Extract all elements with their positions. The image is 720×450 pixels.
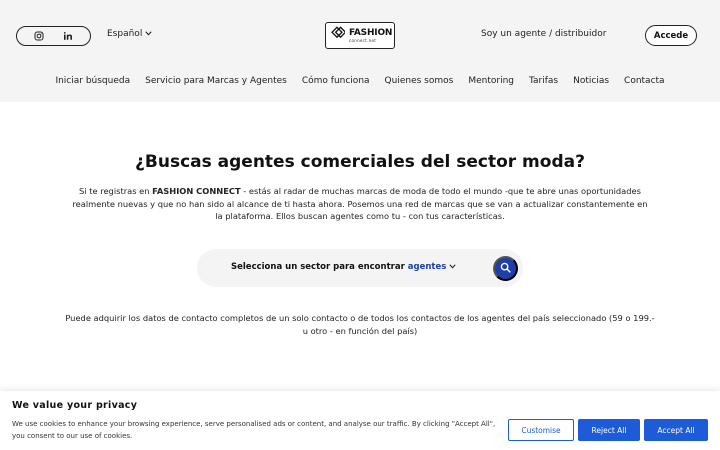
agent-distributor-link[interactable]: Soy un agente / distribuidor [481, 29, 606, 39]
login-button[interactable]: Accede [645, 25, 697, 46]
language-label: Español [107, 29, 143, 39]
nav-item-iniciar-busqueda[interactable]: Iniciar búsqueda [55, 76, 130, 86]
language-selector[interactable]: Español [107, 29, 152, 39]
cookie-banner: We value your privacy We use cookies to … [0, 391, 720, 450]
nav-item-noticias[interactable]: Noticias [573, 76, 609, 86]
nav-item-como-funciona[interactable]: Cómo funciona [302, 76, 370, 86]
site-logo[interactable]: FASHION connect.net [325, 22, 395, 49]
search-button[interactable] [493, 256, 518, 281]
chevron-down-icon [145, 29, 152, 39]
sector-value: agentes [407, 262, 447, 272]
nav-item-tarifas[interactable]: Tarifas [529, 76, 558, 86]
intro-brand: FASHION CONNECT [152, 186, 241, 196]
cookie-text: We use cookies to enhance your browsing … [12, 420, 496, 440]
customise-button[interactable]: Customise [508, 419, 574, 441]
logo-domain: connect.net [349, 37, 377, 43]
linkedin-icon[interactable] [63, 31, 73, 41]
main-nav: Iniciar búsqueda Servicio para Marcas y … [0, 76, 720, 86]
sector-search-bar: Selecciona un sector para encontrar agen… [197, 249, 523, 287]
page-title: ¿Buscas agentes comerciales del sector m… [135, 152, 585, 172]
nav-item-quienes-somos[interactable]: Quienes somos [385, 76, 454, 86]
intro-text-before: Si te registras en [79, 186, 153, 196]
site-header: Español FASHION connect.net Soy un agent… [0, 0, 720, 102]
sector-selector[interactable]: Selecciona un sector para encontrar agen… [231, 262, 456, 272]
logo-mark-icon [330, 26, 347, 45]
logo-text: FASHION connect.net [349, 27, 393, 43]
nav-item-contacta[interactable]: Contacta [624, 76, 665, 86]
social-links [16, 26, 91, 46]
sector-prompt: Selecciona un sector para encontrar [231, 262, 405, 272]
contact-pricing-note: Puede adquirir los datos de contacto com… [65, 313, 655, 336]
accept-all-button[interactable]: Accept All [644, 419, 708, 441]
instagram-icon[interactable] [34, 31, 44, 41]
logo-brand-name: FASHION [349, 27, 393, 38]
search-icon [500, 261, 511, 276]
reject-all-button[interactable]: Reject All [578, 419, 640, 441]
cookie-title: We value your privacy [12, 400, 138, 411]
nav-item-mentoring[interactable]: Mentoring [468, 76, 514, 86]
chevron-down-icon [449, 262, 456, 272]
intro-paragraph: Si te registras en FASHION CONNECT - est… [72, 185, 648, 223]
nav-item-servicio[interactable]: Servicio para Marcas y Agentes [145, 76, 287, 86]
